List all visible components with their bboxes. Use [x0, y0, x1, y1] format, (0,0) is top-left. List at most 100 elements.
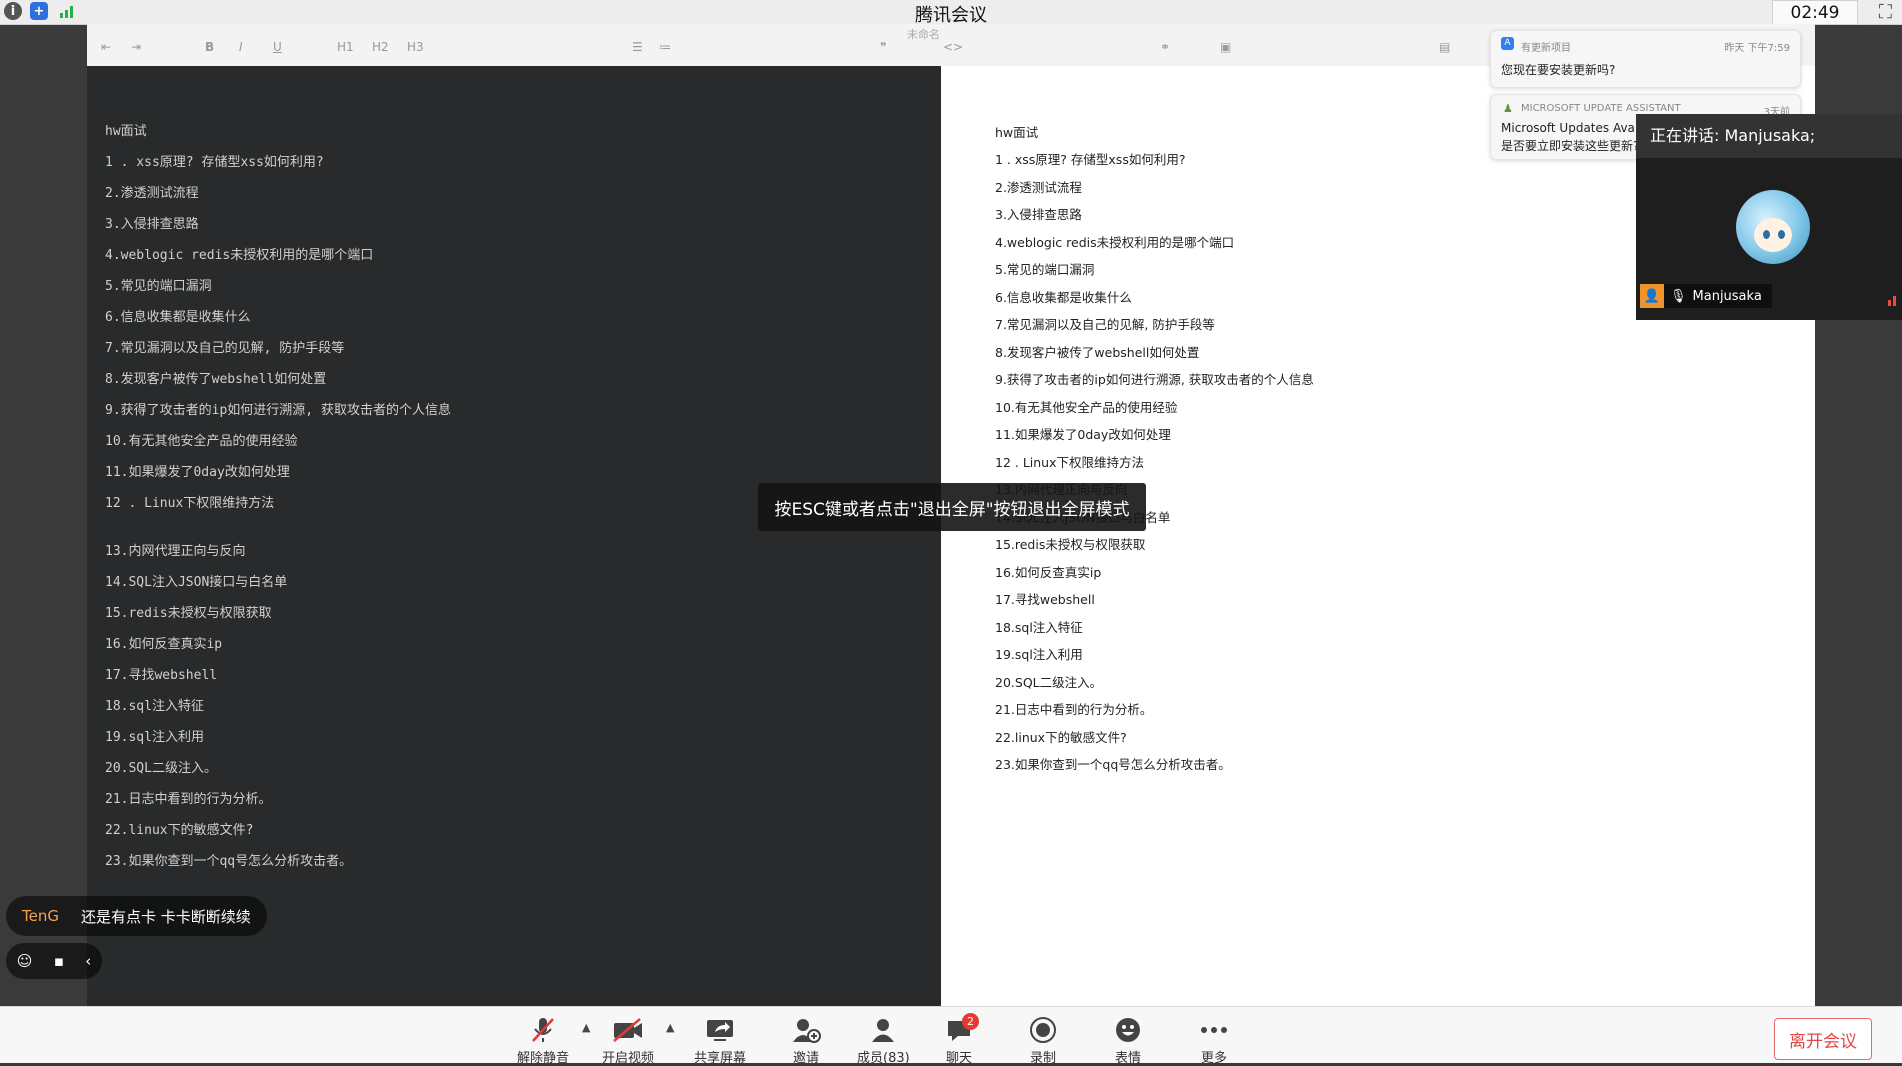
window-title: 未命名	[907, 28, 940, 41]
source-line: 18.sql注入特征	[105, 699, 204, 714]
clock: 02:49	[1772, 0, 1858, 25]
source-line: 8.发现客户被传了webshell如何处置	[105, 372, 327, 387]
h2-button[interactable]: H2	[372, 40, 389, 54]
notification-app: 有更新项目	[1521, 43, 1571, 54]
record-button[interactable]: 录制	[1029, 1015, 1057, 1066]
notification-time: 昨天 下午7:59	[1724, 43, 1790, 54]
preview-line: 5.常见的端口漏洞	[995, 262, 1095, 277]
preview-line: 15.redis未授权与权限获取	[995, 537, 1146, 552]
preview-line: 6.信息收集都是收集什么	[995, 290, 1132, 305]
undo-icon[interactable]: ⇤	[101, 40, 111, 54]
members-button[interactable]: 成员(83)	[857, 1015, 910, 1066]
source-line: 3.入侵排查思路	[105, 217, 199, 232]
button-label: 更多	[1200, 1051, 1227, 1066]
invite-button[interactable]: 邀请	[791, 1015, 821, 1066]
preview-line: 16.如何反查真实ip	[995, 565, 1102, 580]
members-icon	[868, 1015, 898, 1045]
button-label: 邀请	[792, 1051, 819, 1066]
preview-line: 17.寻找webshell	[995, 592, 1095, 607]
source-line: 5.常见的端口漏洞	[105, 279, 212, 294]
bold-button[interactable]: B	[205, 40, 214, 54]
participant-name: Manjusaka	[1692, 288, 1762, 304]
preview-line: 9.获得了攻击者的ip如何进行溯源, 获取攻击者的个人信息	[995, 372, 1314, 387]
preview-line: 20.SQL二级注入。	[995, 675, 1103, 690]
h3-button[interactable]: H3	[407, 40, 424, 54]
code-icon[interactable]: <>	[943, 40, 963, 54]
link-icon[interactable]: ⚭	[1160, 40, 1170, 54]
collapse-icon[interactable]: ‹	[85, 952, 91, 970]
button-label: 解除静音	[517, 1051, 570, 1066]
source-line: 19.sql注入利用	[105, 730, 204, 745]
more-button[interactable]: 更多	[1199, 1015, 1229, 1066]
source-line: 17.寻找webshell	[105, 668, 218, 683]
meeting-toolbar: 解除静音 ▲ 开启视频 ▲ 共享屏幕 邀请 成员(83) 2 聊天 录制 表情 …	[0, 1006, 1902, 1066]
numbered-list-icon[interactable]: ≔	[659, 40, 671, 54]
redo-icon[interactable]: ⇥	[131, 40, 141, 54]
emoji-icon	[1114, 1015, 1142, 1045]
source-line: hw面试	[105, 124, 147, 139]
chat-user: TenG	[22, 907, 59, 925]
video-off-icon	[612, 1015, 644, 1045]
markdown-source-pane[interactable]: hw面试 1 . xss原理? 存储型xss如何利用? 2.渗透测试流程 3.入侵排查…	[87, 66, 941, 1006]
source-line: 1 . xss原理? 存储型xss如何利用?	[105, 155, 324, 170]
notification-message-2: 是否要立即安装这些更新?	[1501, 139, 1640, 153]
video-tile[interactable]: 正在讲话: Manjusaka; 👤 🎙 Manjusaka	[1636, 114, 1902, 320]
emoji-icon[interactable]: ☺	[17, 952, 33, 970]
preview-line: 1 . xss原理? 存储型xss如何利用?	[995, 152, 1186, 167]
chat-button[interactable]: 2 聊天	[945, 1013, 979, 1066]
video-options-icon[interactable]: ▲	[666, 1021, 674, 1034]
preview-line: 10.有无其他安全产品的使用经验	[995, 400, 1178, 415]
preview-line: 3.入侵排查思路	[995, 207, 1082, 222]
image-icon[interactable]: ▣	[1220, 40, 1231, 54]
preview-line: 4.weblogic redis未授权利用的是哪个端口	[995, 235, 1235, 250]
share-screen-button[interactable]: 共享屏幕	[694, 1015, 746, 1066]
start-video-button[interactable]: 开启视频	[602, 1015, 654, 1066]
source-line: 9.获得了攻击者的ip如何进行溯源, 获取攻击者的个人信息	[105, 403, 451, 418]
participant-name-tag: 👤 🎙 Manjusaka	[1640, 284, 1772, 308]
reactions-button[interactable]: 表情	[1114, 1015, 1142, 1066]
mic-off-icon	[530, 1015, 556, 1045]
quote-icon[interactable]: ❞	[880, 40, 886, 54]
notification-message: 您现在要安装更新吗?	[1501, 63, 1616, 77]
source-line: 13.内网代理正向与反向	[105, 544, 246, 559]
preview-line: 8.发现客户被传了webshell如何处置	[995, 345, 1200, 360]
button-label: 录制	[1029, 1051, 1056, 1066]
user-icon: 👤	[1640, 284, 1664, 308]
chat-badge: 2	[962, 1013, 979, 1030]
chat-bubble-icon[interactable]: ▪	[54, 952, 64, 970]
table-icon[interactable]: ▤	[1439, 40, 1450, 54]
unmute-button[interactable]: 解除静音	[517, 1015, 569, 1066]
preview-line: 7.常见漏洞以及自己的见解, 防护手段等	[995, 317, 1215, 332]
underline-button[interactable]: U	[273, 40, 282, 54]
preview-line: 21.日志中看到的行为分析。	[995, 702, 1153, 717]
preview-line: hw面试	[995, 125, 1039, 140]
preview-line: 18.sql注入特征	[995, 620, 1083, 635]
source-line: 21.日志中看到的行为分析。	[105, 792, 272, 807]
more-icon	[1199, 1015, 1229, 1045]
source-line: 6.信息收集都是收集什么	[105, 310, 251, 325]
notification-updates[interactable]: A 有更新项目 昨天 下午7:59 您现在要安装更新吗?	[1490, 30, 1801, 88]
source-line: 2.渗透测试流程	[105, 186, 199, 201]
avatar	[1736, 190, 1810, 264]
status-bar: i + 腾讯会议 02:49 ⛶	[0, 0, 1902, 26]
leave-meeting-button[interactable]: 离开会议	[1774, 1018, 1872, 1060]
button-label: 成员(83)	[857, 1051, 910, 1066]
chat-icon: 2	[945, 1013, 979, 1045]
h1-button[interactable]: H1	[337, 40, 354, 54]
source-line: 20.SQL二级注入。	[105, 761, 217, 776]
fullscreen-icon[interactable]: ⛶	[1879, 1, 1892, 23]
button-label: 共享屏幕	[694, 1051, 747, 1066]
list-icon[interactable]: ☰	[632, 40, 643, 54]
preview-line: 22.linux下的敏感文件?	[995, 730, 1127, 745]
chat-bullet: TenG 还是有点卡 卡卡断断续续	[6, 896, 267, 936]
button-label: 表情	[1114, 1051, 1141, 1066]
mic-icon: 🎙	[1670, 288, 1687, 304]
chat-controls: ☺ ▪ ‹	[6, 943, 102, 979]
audio-options-icon[interactable]: ▲	[582, 1021, 590, 1034]
italic-button[interactable]: I	[239, 40, 243, 54]
notification-message: Microsoft Updates Avail	[1501, 121, 1642, 135]
preview-line: 19.sql注入利用	[995, 647, 1083, 662]
share-screen-icon	[705, 1015, 735, 1045]
active-speaker-label: 正在讲话: Manjusaka;	[1636, 114, 1902, 158]
source-line: 4.weblogic redis未授权利用的是哪个端口	[105, 248, 374, 263]
